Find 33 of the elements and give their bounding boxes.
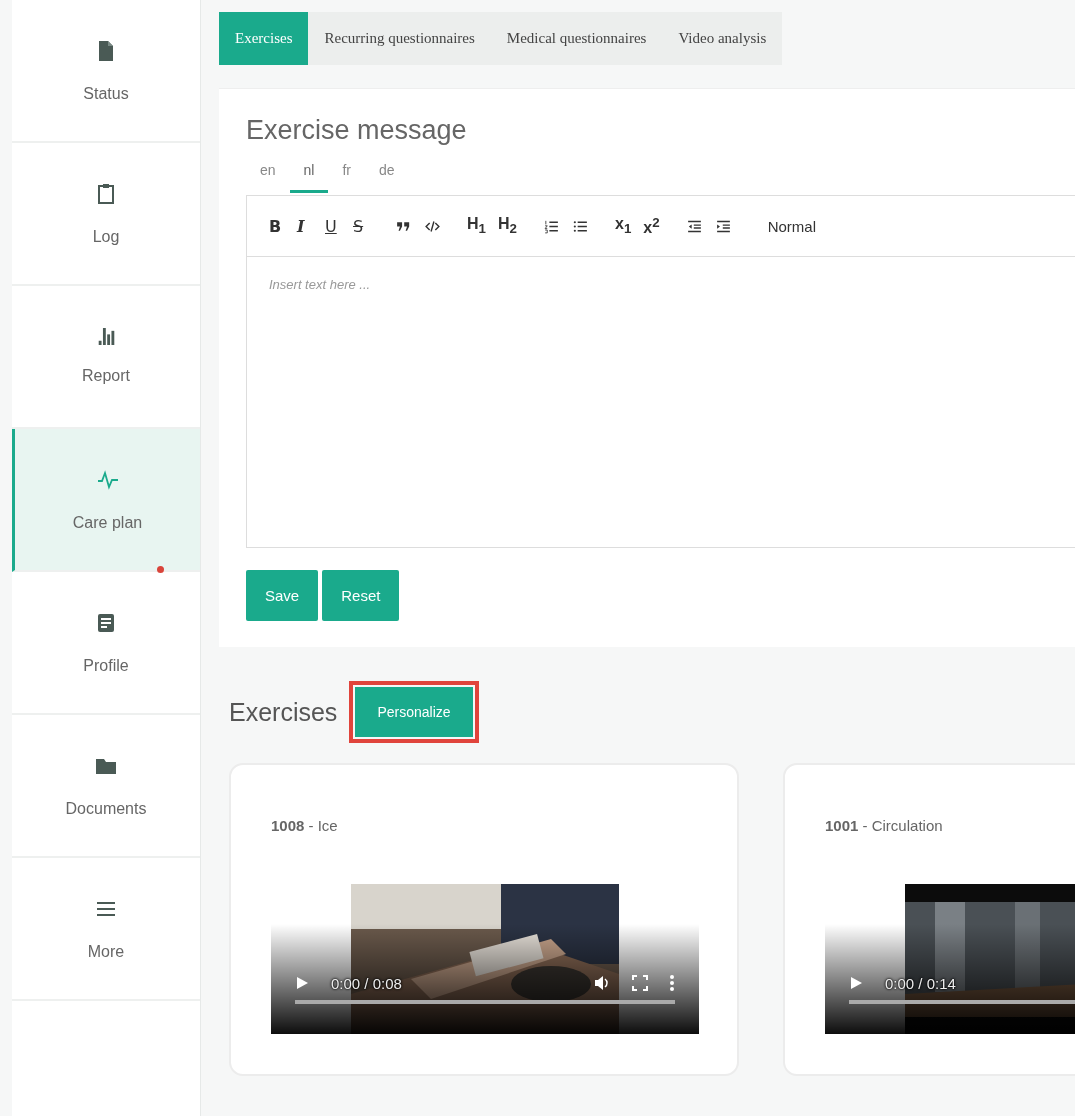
text-editor[interactable]: B I U S H$_{1}$ H$_{2}$ x$_{1}$ x$^{2}$ Normal Insert text here ... xyxy=(246,195,1075,548)
language-tab[interactable]: nl xyxy=(289,156,329,193)
language-tab[interactable]: fr xyxy=(328,156,366,193)
more-icon[interactable] xyxy=(669,974,675,992)
sidebar-item[interactable]: Care plan xyxy=(12,429,200,572)
bar-chart-icon xyxy=(97,328,115,345)
tab[interactable]: Video analysis xyxy=(662,12,783,65)
card-title: Exercise message xyxy=(246,115,468,146)
tab[interactable]: Medical questionnaires xyxy=(490,12,663,65)
sidebar-item[interactable]: More xyxy=(12,858,200,1001)
sidebar-item[interactable]: Log xyxy=(12,143,200,286)
section-title: Exercises xyxy=(229,697,338,727)
sidebar-item[interactable]: Documents xyxy=(12,715,200,858)
fullscreen-icon[interactable] xyxy=(631,974,649,992)
bold-button[interactable]: B xyxy=(269,216,285,236)
editor-placeholder: Insert text here ... xyxy=(268,276,371,292)
strikethrough-button[interactable]: S xyxy=(353,216,369,236)
volume-icon[interactable] xyxy=(593,974,611,992)
format-select[interactable]: Normal xyxy=(767,217,816,235)
script-button[interactable]: x$_{1}$ xyxy=(614,215,632,237)
underline-button[interactable]: U xyxy=(325,216,341,236)
heading-button[interactable]: H$_{1}$ xyxy=(467,215,486,237)
script-button[interactable]: x$^{2}$ xyxy=(643,214,660,238)
exercise-title: 1001 - Circulation xyxy=(825,817,944,834)
sidebar-item[interactable]: Status xyxy=(12,0,200,143)
language-tab[interactable]: en xyxy=(246,156,290,193)
progress-track[interactable] xyxy=(295,1000,675,1004)
tab[interactable]: Recurring questionnaires xyxy=(308,12,491,65)
sidebar-item[interactable]: Profile xyxy=(12,572,200,715)
exercise-title: 1008 - Ice xyxy=(271,817,339,834)
italic-button[interactable]: I xyxy=(297,216,313,236)
language-tab[interactable]: de xyxy=(365,156,409,193)
heading-button[interactable]: H$_{2}$ xyxy=(498,215,517,237)
